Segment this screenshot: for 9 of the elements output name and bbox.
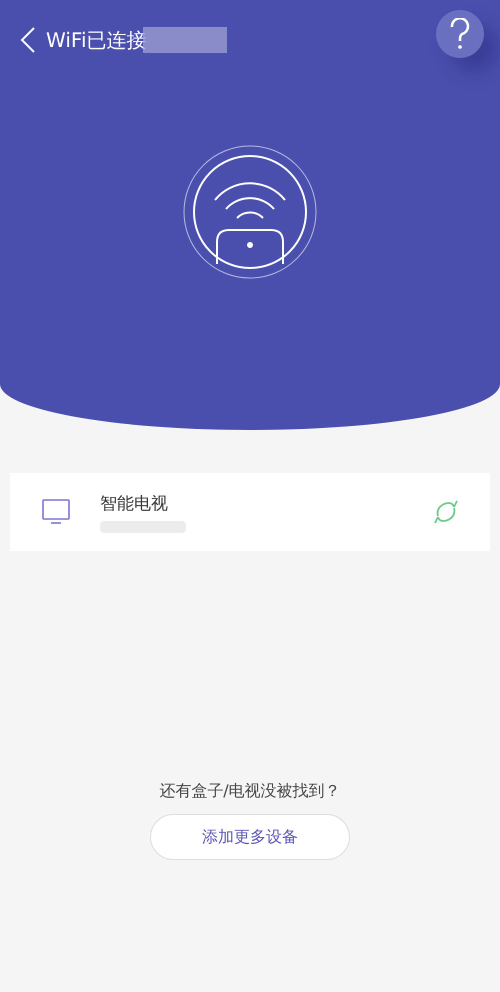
tv-icon [42,499,70,525]
question-mark-icon [449,18,471,50]
device-name: 智能电视 [100,492,169,514]
add-device-button[interactable]: 添加更多设备 [150,814,350,860]
hint-text: 还有盒子/电视没被找到？ [159,781,341,802]
page-title: WiFi已连接 [46,26,146,54]
device-card[interactable]: 智能电视 [10,473,490,551]
help-button[interactable] [436,10,484,58]
back-button[interactable] [20,26,36,54]
